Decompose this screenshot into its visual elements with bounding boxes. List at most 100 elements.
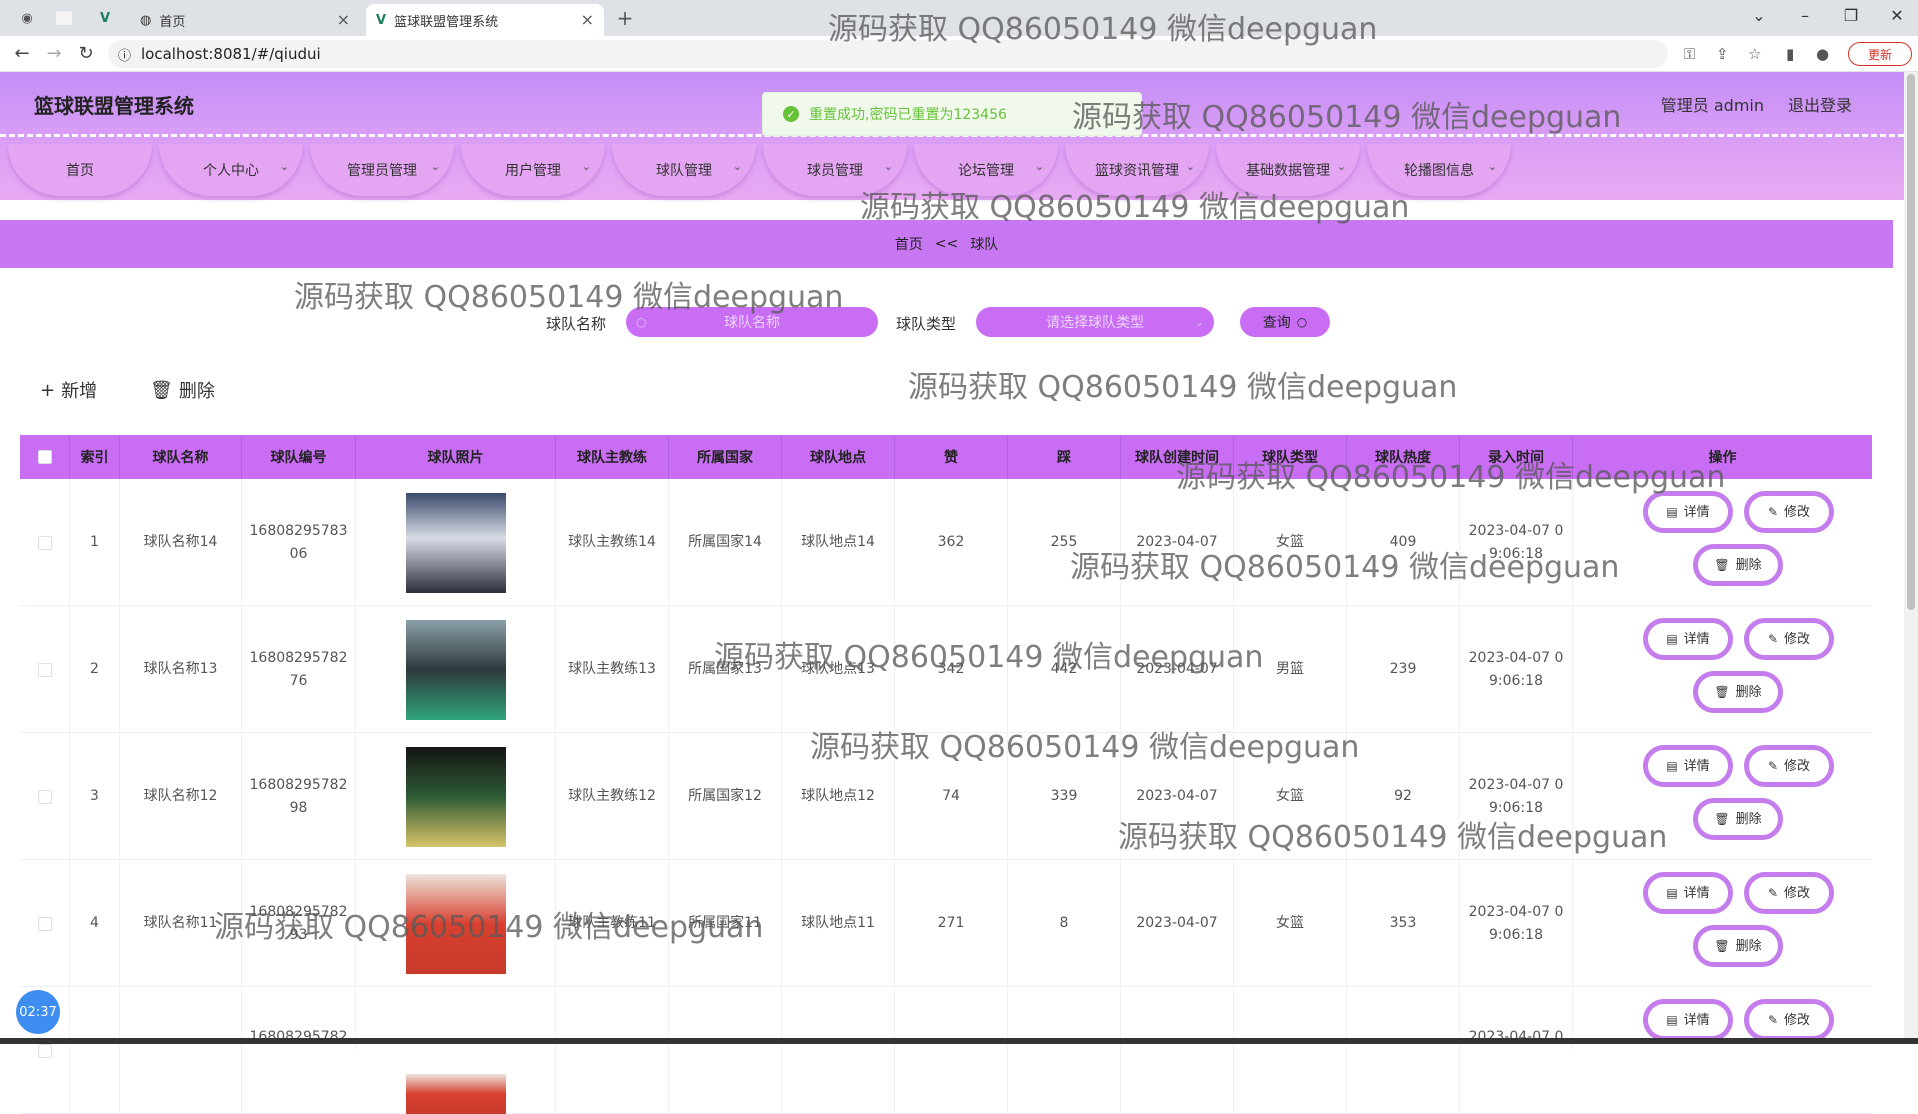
- query-button[interactable]: 查询 ○: [1240, 307, 1330, 337]
- batch-delete-button[interactable]: 🗑 删除: [150, 377, 215, 403]
- cell-index: [70, 987, 120, 1114]
- cell-team-code-text: 16808295782 76: [250, 647, 348, 693]
- cell-dislikes-text: 339: [1050, 788, 1078, 804]
- row-checkbox[interactable]: [37, 1043, 52, 1058]
- app-title: 篮球联盟管理系统: [34, 94, 194, 118]
- cell-place-text: 球队地点11: [801, 915, 875, 931]
- select-all-checkbox[interactable]: [37, 450, 52, 464]
- key-icon[interactable]: ⚿: [1684, 45, 1695, 63]
- star-icon[interactable]: ☆: [1748, 45, 1761, 63]
- text-line: 2023-04-07 0: [1468, 776, 1564, 793]
- document-icon: ▤: [1666, 758, 1678, 773]
- nav-item-news-management[interactable]: 篮球资讯管理 ⌄: [1065, 144, 1209, 196]
- edit-button-label: 修改: [1784, 631, 1811, 647]
- sidebar-icon[interactable]: ▮: [1786, 45, 1794, 63]
- tab-search-icon[interactable]: ⌄: [1744, 6, 1774, 25]
- chevron-down-icon: ⌄: [279, 160, 289, 173]
- team-photo-image[interactable]: [405, 619, 506, 720]
- row-checkbox[interactable]: [37, 662, 52, 677]
- trash-icon: 🗑: [1714, 557, 1730, 572]
- nav-item-admin-management[interactable]: 管理员管理 ⌄: [310, 144, 454, 196]
- detail-button[interactable]: ▤ 详情: [1643, 745, 1733, 787]
- forward-icon[interactable]: →: [42, 43, 66, 64]
- scroll-thumb[interactable]: [1907, 74, 1915, 610]
- cell-operations: ▤ 详情 ✎ 修改 🗑 删除: [1573, 479, 1872, 606]
- th-team-name: 球队名称: [120, 435, 242, 479]
- row-checkbox[interactable]: [37, 535, 52, 550]
- cell-heat: 409: [1347, 479, 1460, 606]
- cell-team-name-text: 球队名称14: [143, 534, 218, 550]
- vue-icon[interactable]: V: [96, 9, 114, 27]
- detail-button[interactable]: ▤ 详情: [1643, 999, 1733, 1041]
- detail-button[interactable]: ▤ 详情: [1643, 491, 1733, 533]
- close-icon[interactable]: ×: [581, 10, 594, 29]
- row-checkbox[interactable]: [37, 916, 52, 931]
- cell-operations: ▤ 详情 ✎ 修改: [1573, 987, 1872, 1114]
- nav-item-user-management[interactable]: 用户管理 ⌄: [461, 144, 605, 196]
- nav-label: 基础数据管理: [1246, 163, 1330, 179]
- edit-button[interactable]: ✎ 修改: [1744, 999, 1834, 1041]
- share-icon[interactable]: ⇪: [1716, 45, 1729, 63]
- edit-button[interactable]: ✎ 修改: [1744, 872, 1834, 914]
- row-checkbox[interactable]: [37, 789, 52, 804]
- close-icon[interactable]: ×: [337, 10, 350, 29]
- nav-label: 首页: [66, 163, 94, 179]
- logout-link[interactable]: 退出登录: [1788, 92, 1852, 116]
- edit-button[interactable]: ✎ 修改: [1744, 491, 1834, 533]
- document-icon: ▤: [1666, 504, 1678, 519]
- profile-icon[interactable]: ●: [1816, 45, 1829, 63]
- chevron-down-icon: ⌄: [732, 160, 742, 173]
- breadcrumb-home[interactable]: 首页: [895, 234, 923, 254]
- minimize-icon[interactable]: –: [1790, 6, 1820, 25]
- new-tab-button[interactable]: +: [616, 6, 634, 30]
- restore-icon[interactable]: ❐: [1836, 6, 1866, 25]
- update-button[interactable]: 更新: [1848, 42, 1912, 66]
- team-name-input[interactable]: ○ 球队名称: [626, 307, 878, 337]
- text-line: 16808295782: [249, 649, 348, 666]
- tab-home[interactable]: ◍ 首页 ×: [130, 4, 360, 36]
- cell-dislikes: 339: [1008, 733, 1121, 860]
- delete-button[interactable]: 🗑 删除: [1693, 798, 1783, 840]
- cell-team-name-text: 球队名称11: [143, 915, 218, 931]
- cell-dislikes: [1008, 987, 1121, 1114]
- text-line: 16808295782: [249, 903, 348, 920]
- detail-button[interactable]: ▤ 详情: [1643, 872, 1733, 914]
- page-scrollbar[interactable]: [1904, 72, 1918, 1044]
- team-photo-image[interactable]: [405, 873, 506, 974]
- nav-item-carousel[interactable]: 轮播图信息 ⌄: [1367, 144, 1511, 196]
- reload-icon[interactable]: ↻: [74, 43, 98, 64]
- cell-place-text: 球队地点12: [801, 788, 875, 804]
- edit-button[interactable]: ✎ 修改: [1744, 618, 1834, 660]
- cell-team-name: 球队名称11: [120, 860, 242, 987]
- team-photo-image[interactable]: [405, 1074, 506, 1114]
- add-button[interactable]: + 新增: [40, 377, 97, 403]
- cell-heat: [1347, 987, 1460, 1114]
- cell-heat: 353: [1347, 860, 1460, 987]
- chevron-down-icon: ⌄: [883, 160, 893, 173]
- table-row: 4 球队名称11 16808295782 93 球队主教练11 所属国家11 球队地点11 2…: [20, 860, 1872, 987]
- nav-item-player-management[interactable]: 球员管理 ⌄: [763, 144, 907, 196]
- nav-item-forum-management[interactable]: 论坛管理 ⌄: [914, 144, 1058, 196]
- nav-item-team-management[interactable]: 球队管理 ⌄: [612, 144, 756, 196]
- cell-place: 球队地点12: [782, 733, 895, 860]
- close-window-icon[interactable]: ✕: [1882, 6, 1912, 25]
- team-photo-image[interactable]: [405, 746, 506, 847]
- delete-button[interactable]: 🗑 删除: [1693, 925, 1783, 967]
- tab-basketball-system[interactable]: V 篮球联盟管理系统 ×: [366, 4, 604, 36]
- chrome-icon[interactable]: ◉: [18, 9, 36, 27]
- back-icon[interactable]: ←: [10, 43, 34, 64]
- text-line: 16808295783: [249, 522, 348, 539]
- page-icon[interactable]: [56, 11, 72, 25]
- edit-button[interactable]: ✎ 修改: [1744, 745, 1834, 787]
- nav-item-personal-center[interactable]: 个人中心 ⌄: [159, 144, 303, 196]
- team-type-select[interactable]: 请选择球队类型 ⌄: [976, 307, 1214, 337]
- delete-button[interactable]: 🗑 删除: [1693, 671, 1783, 713]
- url-field[interactable]: ⓘ localhost:8081/#/qiudui: [108, 40, 1668, 68]
- delete-button[interactable]: 🗑 删除: [1693, 544, 1783, 586]
- tab-label: 首页: [159, 14, 186, 30]
- detail-button[interactable]: ▤ 详情: [1643, 618, 1733, 660]
- nav-item-basic-data[interactable]: 基础数据管理 ⌄: [1216, 144, 1360, 196]
- team-photo-image[interactable]: [405, 492, 506, 593]
- cell-index-text: 1: [90, 534, 99, 550]
- nav-item-home[interactable]: 首页: [8, 144, 152, 196]
